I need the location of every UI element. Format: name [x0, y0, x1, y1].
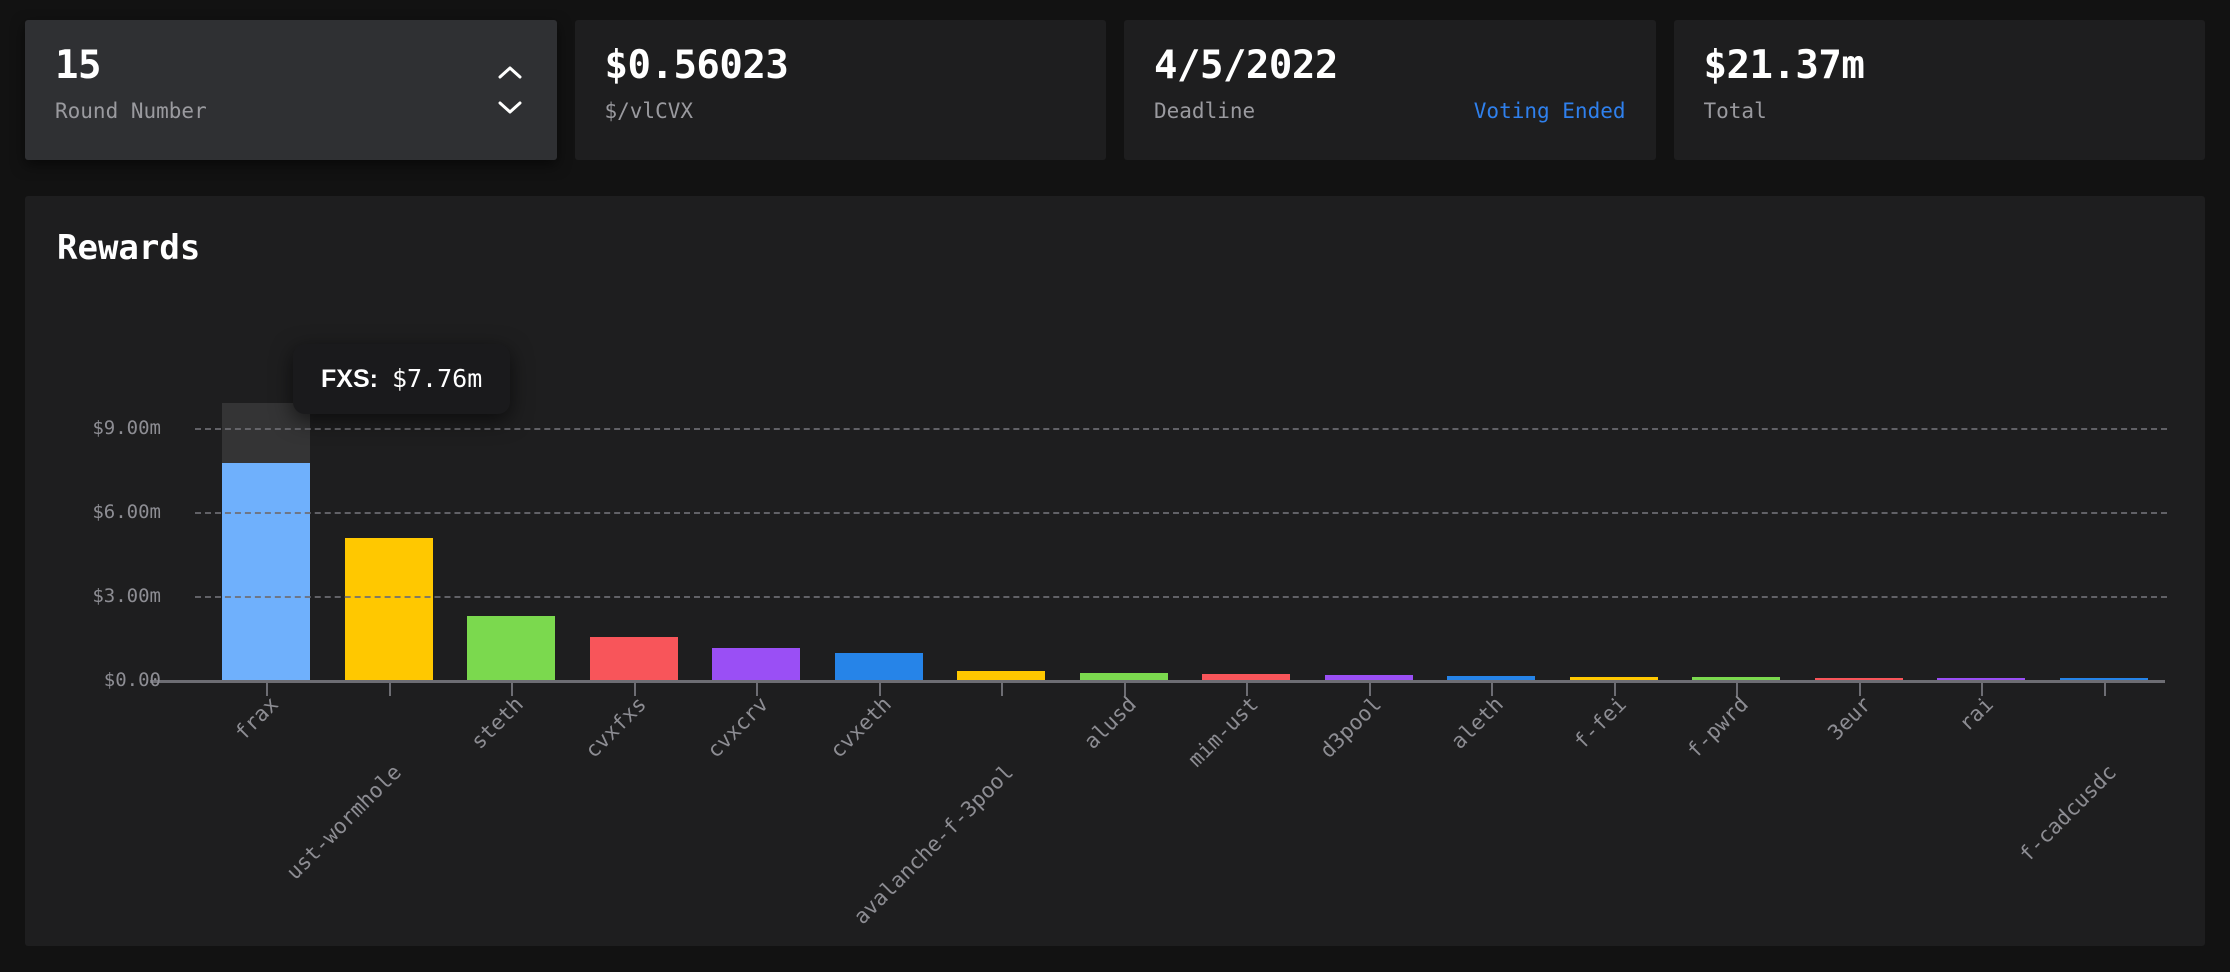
- x-label-slot: avalanche-f-3pool: [849, 686, 1063, 929]
- stat-card-value: $21.37m: [1703, 43, 1865, 88]
- tooltip-value: $7.76m: [391, 364, 483, 393]
- gridline: [195, 428, 2167, 431]
- chevron-down-icon[interactable]: [497, 99, 523, 115]
- bar-slot[interactable]: [1063, 403, 1186, 696]
- stat-card-label: Deadline: [1154, 98, 1256, 123]
- x-label-slot: 3eur: [1798, 686, 1921, 906]
- bar-cvxcrv[interactable]: [712, 648, 801, 680]
- tooltip-label: FXS:: [321, 365, 378, 393]
- bar-cvxeth[interactable]: [834, 653, 923, 680]
- chart-bars: [205, 403, 2166, 696]
- x-label-slot: f-pwrd: [1675, 686, 1798, 906]
- stat-card-value: 15: [55, 43, 101, 88]
- bar-slot[interactable]: [1430, 403, 1553, 696]
- gridline: [195, 596, 2167, 599]
- stat-card-label: Round Number: [55, 98, 207, 123]
- stat-card-footer: Deadline Voting Ended: [1154, 99, 1626, 123]
- bar-ust-wormhole[interactable]: [344, 537, 433, 680]
- x-axis-label: f-fei: [1569, 692, 1631, 754]
- stat-card-3: $21.37m Total: [1673, 20, 2205, 160]
- stat-card-label: Total: [1703, 98, 1767, 123]
- y-axis-tick-label: $0.00: [103, 669, 161, 691]
- y-axis-tick-label: $6.00m: [92, 501, 161, 524]
- bar-slot[interactable]: [818, 403, 941, 696]
- bar-slot[interactable]: [695, 403, 818, 696]
- dashboard-page: 15 Round Number $0.56023 $/vlCVX 4/5/2022 Dea…: [0, 0, 2230, 972]
- bar-steth[interactable]: [467, 616, 556, 680]
- bar-slot[interactable]: [1185, 403, 1308, 696]
- bar-slot[interactable]: [1308, 403, 1431, 696]
- y-axis-tick-label: $3.00m: [92, 585, 161, 608]
- stat-card-footer: $/vlCVX: [605, 99, 1077, 123]
- x-axis-label: aleth: [1446, 692, 1509, 754]
- bar-slot[interactable]: [450, 403, 573, 696]
- x-label-slot: alusd: [1063, 686, 1186, 906]
- bar-slot[interactable]: [328, 403, 451, 696]
- x-label-slot: f-fei: [1553, 686, 1676, 906]
- bar-frax[interactable]: [222, 462, 311, 680]
- x-axis-label: cvxfxs: [580, 692, 651, 763]
- stat-cards-row: 15 Round Number $0.56023 $/vlCVX 4/5/2022 Dea…: [0, 0, 2230, 175]
- chevron-up-icon[interactable]: [497, 65, 523, 81]
- bar-slot[interactable]: [1675, 403, 1798, 696]
- bar-alusd[interactable]: [1079, 672, 1168, 680]
- x-axis-labels: frax ust-wormhole steth cvxfxs cvxcrv cvxeth a…: [205, 686, 2166, 929]
- bar-avalanche-f-3pool[interactable]: [957, 670, 1046, 680]
- rewards-bar-chart: $0.00 $3.00m $6.00m $9.00m frax ust-wormhole…: [25, 196, 2205, 946]
- x-axis-label: steth: [466, 692, 529, 754]
- chart-tooltip: FXS: $7.76m: [293, 344, 511, 414]
- x-axis-label: cvxeth: [825, 692, 896, 763]
- stat-card-footer: Total: [1704, 99, 2176, 123]
- stat-card-footer: Round Number: [55, 99, 527, 123]
- bar-slot[interactable]: [940, 403, 1063, 696]
- gridline: [195, 512, 2167, 515]
- x-label-slot: aleth: [1430, 686, 1553, 906]
- x-label-slot: steth: [450, 686, 573, 906]
- x-axis-label: alusd: [1079, 692, 1141, 754]
- bar-slot[interactable]: [1798, 403, 1921, 696]
- bar-slot[interactable]: [573, 403, 696, 696]
- x-axis-label: cvxcrv: [702, 692, 774, 763]
- x-axis-label: d3pool: [1315, 692, 1386, 763]
- bar-slot[interactable]: [205, 403, 328, 696]
- bar-slot[interactable]: [1553, 403, 1676, 696]
- chart-plot-area: $0.00 $3.00m $6.00m $9.00m: [92, 403, 2167, 696]
- stat-card-1: $0.56023 $/vlCVX: [574, 20, 1106, 160]
- x-label-slot: cvxcrv: [695, 686, 818, 906]
- x-axis-label: frax: [230, 692, 284, 745]
- x-axis-label: mim-ust: [1183, 692, 1264, 772]
- round-number-stepper[interactable]: [497, 65, 523, 115]
- stat-card-2: 4/5/2022 Deadline Voting Ended: [1124, 20, 1656, 160]
- stat-card-label: $/vlCVX: [604, 98, 694, 123]
- x-label-slot: rai: [1920, 686, 2043, 906]
- stat-card-value: $0.56023: [604, 43, 789, 88]
- x-label-slot: f-cadcusdc: [2014, 686, 2166, 906]
- x-axis-label: rai: [1954, 692, 1999, 736]
- rewards-panel: Rewards $0.00 $3.00m $6.00m $9.00m frax ust-…: [25, 196, 2205, 946]
- x-axis-line: [150, 680, 2165, 683]
- status-badge: Voting Ended: [1473, 98, 1626, 123]
- x-label-slot: ust-wormhole: [281, 686, 451, 906]
- bar-cvxfxs[interactable]: [589, 637, 678, 680]
- bar-slot[interactable]: [2043, 403, 2166, 696]
- bar-slot[interactable]: [1920, 403, 2043, 696]
- x-axis-label: 3eur: [1822, 692, 1876, 745]
- x-label-slot: mim-ust: [1183, 686, 1308, 906]
- stat-card-value: 4/5/2022: [1154, 43, 1338, 88]
- x-label-slot: cvxfxs: [573, 686, 696, 906]
- y-axis-tick-label: $9.00m: [92, 417, 161, 440]
- stat-card-0[interactable]: 15 Round Number: [25, 20, 557, 160]
- x-label-slot: d3pool: [1308, 686, 1431, 906]
- x-axis-label: f-pwrd: [1682, 692, 1754, 763]
